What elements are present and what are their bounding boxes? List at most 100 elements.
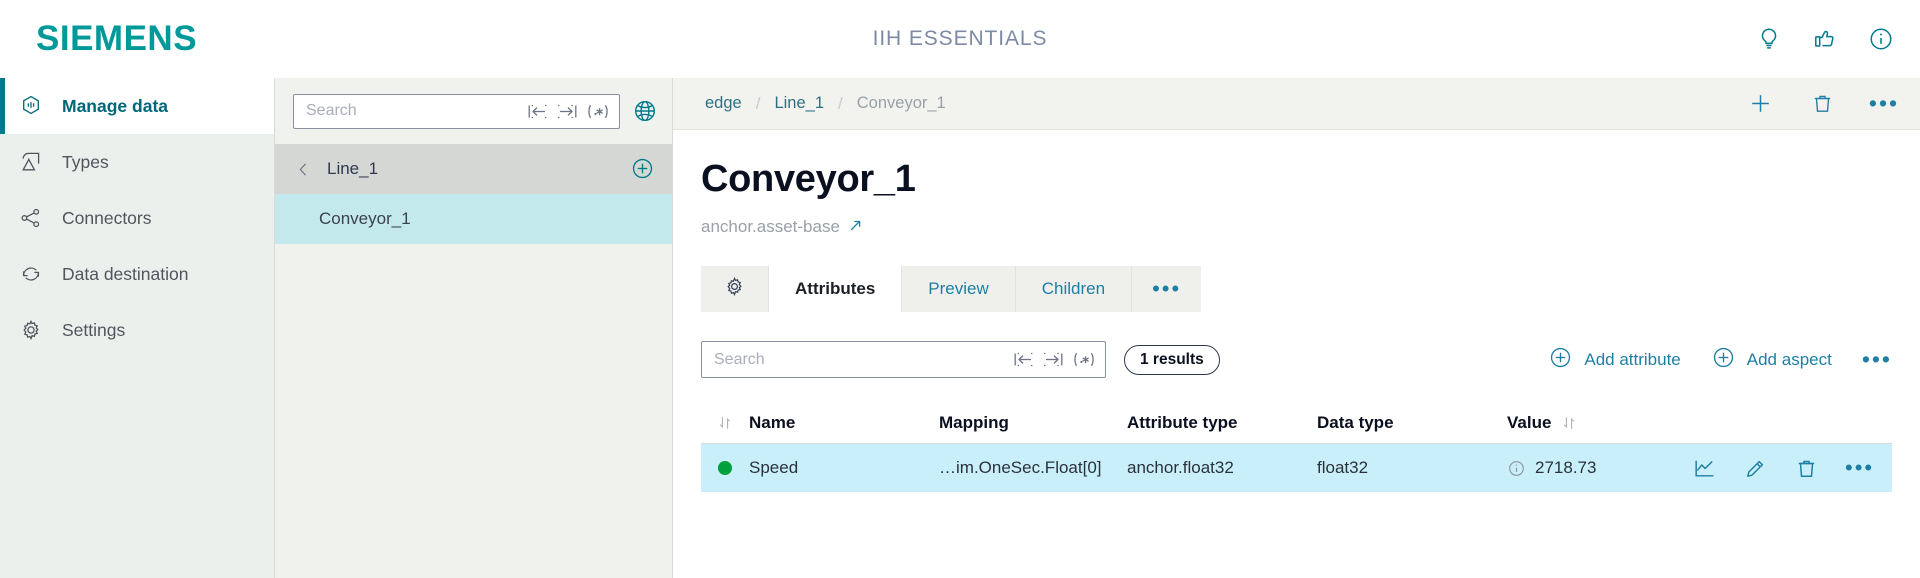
add-aspect-button[interactable]: Add aspect	[1711, 345, 1832, 375]
sidebar-item-types[interactable]: Types	[0, 134, 274, 190]
row-status-indicator	[701, 461, 749, 475]
plus-circle-icon	[1548, 345, 1573, 375]
more-icon[interactable]: •••	[1845, 455, 1874, 481]
tab-settings[interactable]	[701, 266, 769, 312]
sidebar-item-label: Types	[62, 151, 109, 172]
page-title: Conveyor_1	[701, 158, 916, 200]
tree-parent-label: Line_1	[327, 159, 379, 178]
match-start-icon[interactable]	[527, 103, 549, 120]
application-window: SIEMENS IIH ESSENTIALS Manage data Types…	[0, 0, 1920, 578]
results-count-badge: 1 results	[1124, 344, 1220, 375]
tree-search-row	[275, 78, 672, 144]
feedback-icon[interactable]	[1810, 24, 1840, 54]
sidebar-item-label: Settings	[62, 319, 126, 340]
tree-item-conveyor-1[interactable]: Conveyor_1	[275, 194, 672, 244]
lightbulb-icon[interactable]	[1754, 24, 1784, 54]
sidebar-item-settings[interactable]: Settings	[0, 302, 274, 358]
sidebar-item-connectors[interactable]: Connectors	[0, 190, 274, 246]
sidebar-item-label: Connectors	[62, 207, 152, 228]
attributes-toolbar: 1 results Add attribute	[701, 341, 1892, 378]
tab-more[interactable]: •••	[1132, 266, 1202, 312]
breadcrumb-separator: /	[755, 93, 761, 113]
column-header-name[interactable]: Name	[749, 413, 939, 433]
tree-search-box[interactable]	[293, 93, 620, 129]
info-circle-icon[interactable]	[1507, 459, 1526, 478]
edit-icon[interactable]	[1743, 456, 1768, 481]
cell-attribute-type: anchor.float32	[1127, 458, 1234, 477]
breadcrumb-action-group: •••	[1746, 90, 1898, 118]
main-content: edge / Line_1 / Conveyor_1 ••• Conveyor_…	[673, 78, 1920, 578]
breadcrumb-item-edge[interactable]: edge	[701, 94, 746, 113]
top-header-bar: SIEMENS IIH ESSENTIALS	[0, 0, 1920, 78]
plus-circle-icon	[1711, 345, 1736, 375]
column-header-value-label: Value	[1507, 412, 1552, 432]
status-dot-online	[718, 461, 732, 475]
application-body: Manage data Types Connectors Data destin…	[0, 78, 1920, 578]
table-header-row: Name Mapping Attribute type Data type Va…	[701, 402, 1892, 444]
tab-attributes[interactable]: Attributes	[769, 266, 903, 312]
match-start-icon[interactable]	[1013, 351, 1035, 368]
sidebar-navigation: Manage data Types Connectors Data destin…	[0, 78, 275, 578]
info-icon[interactable]	[1866, 24, 1896, 54]
match-end-icon[interactable]	[556, 103, 578, 120]
tab-preview[interactable]: Preview	[902, 266, 1016, 312]
sort-refresh-icon	[1560, 414, 1578, 432]
add-attribute-button[interactable]: Add attribute	[1548, 345, 1681, 375]
attributes-search-box[interactable]	[701, 341, 1106, 378]
tree-item-label: Conveyor_1	[319, 209, 411, 228]
chart-icon[interactable]	[1692, 456, 1717, 481]
attributes-action-group: Add attribute Add aspect •••	[1548, 345, 1892, 375]
delete-icon[interactable]	[1794, 456, 1819, 481]
breadcrumb-item-conveyor-1: Conveyor_1	[856, 94, 946, 112]
add-icon[interactable]	[1746, 90, 1774, 118]
cell-value: 2718.73	[1507, 458, 1692, 478]
gear-icon	[18, 317, 44, 343]
external-link-icon[interactable]	[848, 218, 863, 237]
cell-data-type: float32	[1317, 458, 1369, 477]
sidebar-item-manage-data[interactable]: Manage data	[0, 78, 274, 134]
regex-icon[interactable]	[1071, 351, 1097, 368]
tree-parent-line-1[interactable]: Line_1	[275, 144, 672, 194]
gear-icon	[723, 275, 746, 303]
column-header-mapping[interactable]: Mapping	[939, 413, 1127, 433]
tree-empty-area	[275, 244, 672, 578]
sidebar-item-label: Manage data	[62, 95, 168, 116]
sidebar-item-data-destination[interactable]: Data destination	[0, 246, 274, 302]
match-end-icon[interactable]	[1042, 351, 1064, 368]
sort-refresh-icon	[716, 414, 734, 432]
globe-icon[interactable]	[632, 98, 658, 124]
asset-tree-panel: Line_1 Conveyor_1	[275, 78, 673, 578]
page-body: Conveyor_1 anchor.asset-base Attributes …	[673, 130, 1920, 578]
breadcrumb-bar: edge / Line_1 / Conveyor_1 •••	[673, 78, 1920, 130]
row-action-group: •••	[1692, 455, 1900, 481]
cell-name: Speed	[749, 458, 799, 477]
connectors-icon	[18, 205, 44, 231]
chevron-left-icon[interactable]	[295, 161, 315, 178]
column-header-value[interactable]: Value	[1507, 413, 1692, 433]
cell-mapping: …im.OneSec.Float[0]	[939, 458, 1102, 477]
attributes-search-modifier-group	[1013, 351, 1097, 368]
tree-search-modifier-group	[527, 103, 611, 120]
page-subtitle-text: anchor.asset-base	[701, 217, 840, 236]
table-row[interactable]: Speed …im.OneSec.Float[0] anchor.float32…	[701, 444, 1892, 492]
column-header-attribute-type[interactable]: Attribute type	[1127, 413, 1317, 433]
tab-children[interactable]: Children	[1015, 266, 1133, 312]
attributes-table: Name Mapping Attribute type Data type Va…	[701, 402, 1892, 492]
sidebar-item-label: Data destination	[62, 263, 189, 284]
column-header-data-type[interactable]: Data type	[1317, 413, 1507, 433]
siemens-logo: SIEMENS	[36, 18, 198, 58]
breadcrumb-separator: /	[838, 93, 843, 113]
add-attribute-label: Add attribute	[1584, 349, 1681, 369]
plus-circle-icon[interactable]	[630, 156, 656, 182]
delete-icon[interactable]	[1808, 90, 1836, 118]
types-icon	[18, 149, 44, 175]
column-header-status[interactable]	[701, 414, 749, 432]
cell-value-text: 2718.73	[1535, 458, 1597, 477]
add-aspect-label: Add aspect	[1746, 349, 1832, 369]
tree-search-input[interactable]	[306, 102, 527, 120]
attributes-more-icon[interactable]: •••	[1862, 346, 1892, 373]
breadcrumb-item-line-1[interactable]: Line_1	[770, 94, 828, 113]
more-icon[interactable]: •••	[1869, 90, 1898, 118]
regex-icon[interactable]	[585, 103, 611, 120]
attributes-search-input[interactable]	[714, 350, 1013, 369]
